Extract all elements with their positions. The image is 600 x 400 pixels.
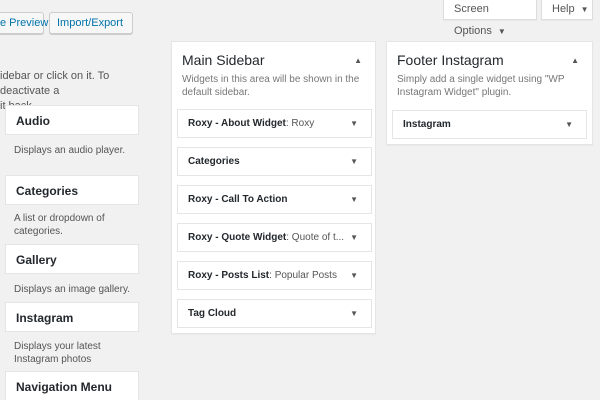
widget-subtitle: : Roxy xyxy=(285,118,315,129)
footer-instagram-description: Simply add a single widget using "WP Ins… xyxy=(397,74,565,98)
available-widget-instagram[interactable]: Instagram xyxy=(5,302,139,332)
widget-roxy-quote[interactable]: Roxy - Quote Widget: Quote of t... ▼ xyxy=(177,223,372,252)
screen-options-tab[interactable]: Screen Options ▼ xyxy=(443,0,537,37)
widget-subtitle: : Quote of t... xyxy=(286,232,345,243)
main-sidebar-description: Widgets in this area will be shown in th… xyxy=(182,74,360,98)
expand-arrow-icon[interactable]: ▼ xyxy=(350,300,358,327)
available-widget-navigation-menu[interactable]: Navigation Menu xyxy=(5,371,139,400)
expand-arrow-icon[interactable]: ▼ xyxy=(350,110,358,137)
widget-roxy-call-to-action[interactable]: Roxy - Call To Action ▼ xyxy=(177,185,372,214)
widget-subtitle: : Popular Posts xyxy=(269,270,337,281)
widget-name: Tag Cloud xyxy=(188,308,237,319)
screen-options-label: Screen Options xyxy=(454,3,492,37)
available-widget-desc: Displays your latest Instagram photos xyxy=(14,341,101,365)
caret-down-icon: ▼ xyxy=(580,5,589,14)
widget-name: Roxy - About Widget xyxy=(188,118,286,129)
available-widget-gallery[interactable]: Gallery xyxy=(5,244,139,274)
widget-tag-cloud[interactable]: Tag Cloud ▼ xyxy=(177,299,372,328)
expand-arrow-icon[interactable]: ▼ xyxy=(350,262,358,289)
widget-instagram[interactable]: Instagram ▼ xyxy=(392,110,587,139)
manage-with-live-preview-button[interactable]: e Preview xyxy=(0,12,48,34)
expand-arrow-icon[interactable]: ▼ xyxy=(350,224,358,251)
collapse-up-icon[interactable]: ▲ xyxy=(354,56,362,65)
main-sidebar-area: Main Sidebar ▲ Widgets in this area will… xyxy=(171,41,376,334)
caret-down-icon: ▼ xyxy=(497,27,506,36)
widget-roxy-posts-list[interactable]: Roxy - Posts List: Popular Posts ▼ xyxy=(177,261,372,290)
widget-name: Instagram xyxy=(403,119,451,130)
widget-name: Roxy - Posts List xyxy=(188,270,270,281)
widget-name: Roxy - Call To Action xyxy=(188,194,288,205)
main-sidebar-title[interactable]: Main Sidebar xyxy=(182,52,265,68)
import-export-button[interactable]: Import/Export xyxy=(49,12,133,34)
available-widget-audio[interactable]: Audio xyxy=(5,105,139,135)
widget-categories[interactable]: Categories ▼ xyxy=(177,147,372,176)
help-tab[interactable]: Help ▼ xyxy=(541,0,593,20)
widget-roxy-about[interactable]: Roxy - About Widget: Roxy ▼ xyxy=(177,109,372,138)
expand-arrow-icon[interactable]: ▼ xyxy=(350,186,358,213)
footer-instagram-title[interactable]: Footer Instagram xyxy=(397,52,504,68)
available-widget-desc: A list or dropdown of categories. xyxy=(14,213,105,237)
widget-name: Roxy - Quote Widget xyxy=(188,232,287,243)
available-widget-desc: Displays an audio player. xyxy=(14,145,126,156)
widgets-screen: e Preview Import/Export Screen Options ▼ … xyxy=(0,0,600,400)
help-label: Help xyxy=(552,3,575,15)
widget-name: Categories xyxy=(188,156,240,167)
available-widget-categories[interactable]: Categories xyxy=(5,175,139,205)
expand-arrow-icon[interactable]: ▼ xyxy=(350,148,358,175)
available-widget-desc: Displays an image gallery. xyxy=(14,284,130,295)
expand-arrow-icon[interactable]: ▼ xyxy=(565,111,573,138)
collapse-up-icon[interactable]: ▲ xyxy=(571,56,579,65)
footer-instagram-area: Footer Instagram ▲ Simply add a single w… xyxy=(386,41,593,145)
